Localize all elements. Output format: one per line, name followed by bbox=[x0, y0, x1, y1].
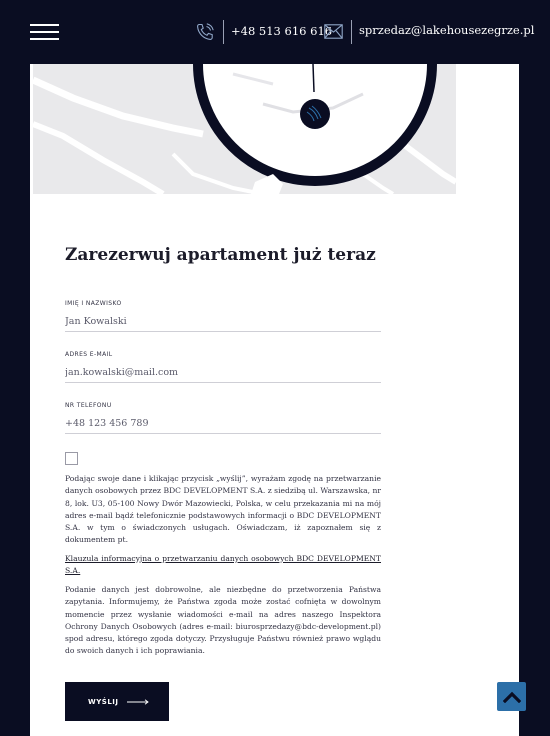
header-divider bbox=[351, 20, 352, 44]
email-link[interactable]: sprzedaz@lakehousezegrze.pl bbox=[359, 23, 534, 37]
consent-text: Podając swoje dane i klikając przycisk „… bbox=[65, 474, 381, 545]
form-title: Zarezerwuj apartament już teraz bbox=[65, 245, 376, 265]
envelope-icon bbox=[324, 24, 343, 39]
consent-checkbox[interactable] bbox=[65, 452, 78, 465]
phone-link[interactable]: +48 513 616 616 bbox=[231, 24, 332, 38]
name-field-group: IMIĘ I NAZWISKO bbox=[65, 300, 381, 332]
privacy-info-text: Podanie danych jest dobrowolne, ale niez… bbox=[65, 585, 381, 656]
name-field-label: IMIĘ I NAZWISKO bbox=[65, 300, 122, 307]
scroll-to-top-button[interactable] bbox=[497, 682, 526, 711]
hamburger-menu-icon[interactable] bbox=[30, 21, 59, 43]
phone-icon bbox=[197, 23, 214, 40]
arrow-right-icon bbox=[126, 698, 149, 705]
privacy-clause-link[interactable]: Klauzula informacyjna o przetwarzaniu da… bbox=[65, 553, 381, 578]
email-field-group: ADRES E-MAIL bbox=[65, 351, 381, 383]
site-header: +48 513 616 616 sprzedaz@lakehousezegrze… bbox=[30, 0, 534, 64]
phone-field[interactable] bbox=[65, 414, 381, 434]
submit-button-label: WYŚLIJ bbox=[88, 697, 119, 706]
phone-field-label: NR TELEFONU bbox=[65, 402, 112, 409]
location-map[interactable] bbox=[33, 64, 456, 194]
email-field-label: ADRES E-MAIL bbox=[65, 351, 113, 358]
header-divider bbox=[223, 20, 224, 44]
name-field[interactable] bbox=[65, 312, 381, 332]
submit-button[interactable]: WYŚLIJ bbox=[65, 682, 169, 721]
chevron-up-icon bbox=[502, 691, 521, 703]
email-field[interactable] bbox=[65, 363, 381, 383]
phone-field-group: NR TELEFONU bbox=[65, 402, 381, 434]
map-graphic bbox=[33, 64, 456, 194]
